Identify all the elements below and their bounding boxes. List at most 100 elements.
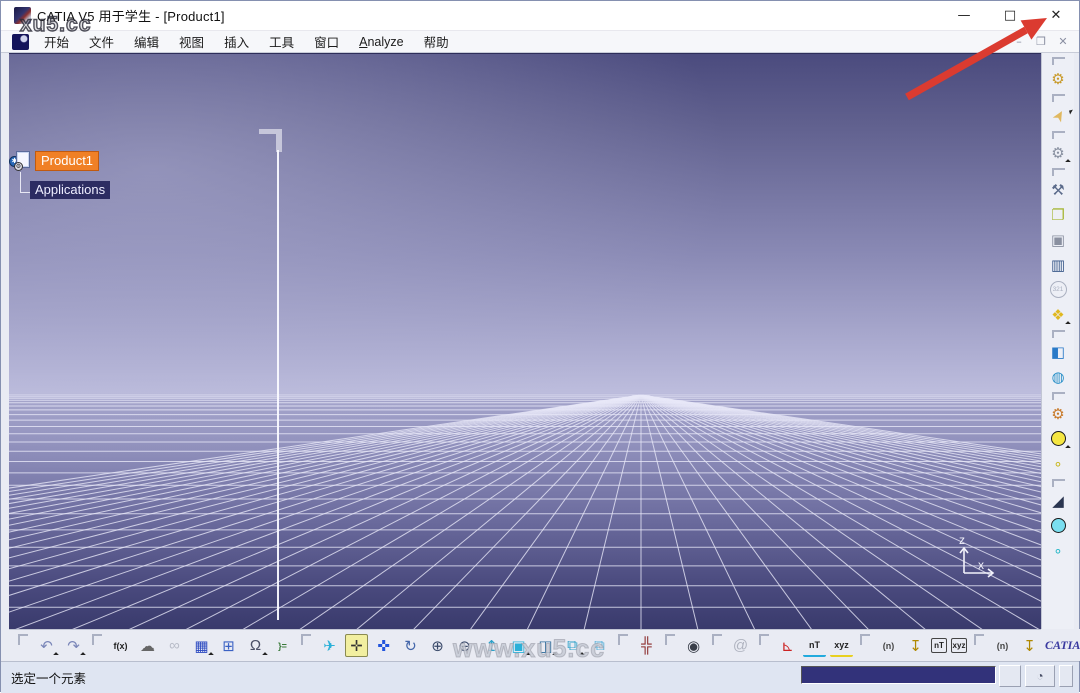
maximize-button[interactable]: □ [987,1,1033,30]
view-screen-2-icon[interactable]: ⧉ [588,634,611,657]
menu-insert[interactable]: 插入 [217,30,256,53]
open-folder-icon[interactable]: ❐ [1047,203,1070,226]
fit-all-icon[interactable]: ✛ [345,634,368,657]
camera-icon[interactable]: ◉ [682,634,705,657]
save-icon[interactable]: ▣ [1047,228,1070,251]
window-controls: —□✕ [941,1,1079,30]
toolbar-handle[interactable] [712,634,722,645]
nt-boxed-icon[interactable]: nT [931,638,947,653]
render-light-icon[interactable]: ❖ [1047,303,1070,326]
measure-n-2-icon[interactable]: (n) [991,634,1014,657]
rotate-icon[interactable]: ↻ [399,634,422,657]
app-icon [14,7,31,24]
toolbar-handle[interactable] [665,634,675,645]
selection-sets-gear-icon[interactable]: ⚙ [1047,141,1070,164]
structure-diagram-icon[interactable]: ⊞ [217,634,240,657]
mdi-close-button[interactable]: ✕ [1055,35,1071,48]
yellow-point-tool-icon[interactable]: ∘ [1047,452,1070,475]
toolbar-handle[interactable] [759,634,769,645]
start-menu-logo-icon[interactable] [12,34,29,50]
toolbar-handle[interactable] [301,634,311,645]
yellow-circle-tool-icon[interactable] [1047,427,1070,450]
spiral-disabled-icon[interactable]: @ [729,634,752,657]
undo-icon[interactable]: ↶ [35,634,58,657]
tree-zoom-axis-line [277,150,279,620]
right-toolbar: ⚙ ➤ ⚙ ⚒❐▣▥321❖ ◧◍ ⚙ ∘ ◢ ∘ [1041,53,1074,629]
fly-mode-icon[interactable]: ✈ [318,634,341,657]
menu-items: 开始文件编辑视图插入工具窗口 Analyze 帮助 [34,30,459,53]
menu-edit[interactable]: 编辑 [127,30,166,53]
tree-node-product-label[interactable]: Product1 [35,151,99,171]
pin-id-icon[interactable]: ↧ [904,634,927,657]
lock-icon[interactable]: Ω [244,634,267,657]
window-title: CATIA V5 用于学生 - [Product1] [37,6,225,25]
menu-view[interactable]: 视图 [172,30,211,53]
view-screen-icon[interactable]: ⧉ [561,634,584,657]
tree-node-product[interactable]: ✱ ⚙ Product1 [9,150,110,172]
measure-xyz-icon[interactable]: xyz [830,634,853,657]
iso-view-cube-icon[interactable]: ▣ [507,634,530,657]
redo-icon[interactable]: ↷ [62,634,85,657]
zoom-out-icon[interactable]: ⊖ [453,634,476,657]
toolbar-handle[interactable] [1052,330,1065,338]
status-blank-button-2[interactable] [1059,665,1073,687]
formula-fx-icon[interactable]: f(x) [109,634,132,657]
menu-tools[interactable]: 工具 [262,30,301,53]
minimize-button[interactable]: — [941,1,987,30]
sphere-view-icon[interactable]: ◍ [1047,365,1070,388]
tree-node-applications-label[interactable]: Applications [30,181,110,199]
toolbar-handle[interactable] [618,634,628,645]
power-input-field[interactable] [801,666,996,684]
menu-help[interactable]: 帮助 [417,30,456,53]
xyz-boxed-icon[interactable]: xyz [951,638,967,653]
toolbar-handle[interactable] [92,634,102,645]
mdi-window-controls: –❐ ✕ [1011,35,1071,48]
menu-start[interactable]: 开始 [37,30,76,53]
check-expression-icon[interactable]: }= [271,634,294,657]
normal-view-icon[interactable]: ↥ [480,634,503,657]
toolbar-handle[interactable] [974,634,984,645]
catalog-browser-icon[interactable]: ▥ [1047,253,1070,276]
knowledge-grid-icon[interactable]: ╬ [635,634,658,657]
design-table-icon[interactable]: ▦ [190,634,213,657]
bottom-toolbar: ↶↷f(x)☁∞▦⊞Ω}=✈✛✜↻⊕⊖↥▣◫⧉⧉╬◉@⊾nTxyz(n)↧nTx… [9,629,1041,661]
mdi-minimize-button[interactable]: – [1011,35,1027,48]
cyan-circle-tool-icon[interactable] [1047,514,1070,537]
menu-window[interactable]: 窗口 [307,30,346,53]
comment-bubble-icon[interactable]: ☁ [136,634,159,657]
status-blank-button[interactable] [999,665,1021,687]
product-icon: ✱ ⚙ [9,150,35,172]
menu-file[interactable]: 文件 [82,30,121,53]
titlebar: CATIA V5 用于学生 - [Product1] —□✕ [1,1,1079,31]
paint-pour-icon[interactable]: ◢ [1047,489,1070,512]
measure-n-icon[interactable]: (n) [877,634,900,657]
render-style-icon[interactable]: ◫ [534,634,557,657]
measure-icon[interactable]: ⊾ [776,634,799,657]
zoom-in-icon[interactable]: ⊕ [426,634,449,657]
status-clock-button[interactable]: ◔ [1025,665,1055,687]
menu-analyze[interactable]: Analyze [352,33,410,51]
sketch-plane-icon[interactable]: ◧ [1047,340,1070,363]
3d-viewport[interactable]: ✱ ⚙ Product1 Applications z x [9,53,1041,629]
workbench-assembly-icon[interactable]: ⚙ [1047,67,1070,90]
toolbar-handle[interactable] [1052,131,1065,139]
toolbar-handle[interactable] [1052,57,1065,65]
toolbar-handle[interactable] [860,634,870,645]
manipulator-robot-icon[interactable]: ⚙ [1047,402,1070,425]
toolbar-handle[interactable] [1052,392,1065,400]
cyan-point-tool-icon[interactable]: ∘ [1047,539,1070,562]
toolbar-handle[interactable] [1052,168,1065,176]
badge-321-icon[interactable]: 321 [1047,278,1070,301]
tools-icon[interactable]: ⚒ [1047,178,1070,201]
toolbar-handle[interactable] [1052,479,1065,487]
pan-icon[interactable]: ✜ [372,634,395,657]
toolbar-handle[interactable] [18,634,28,645]
mdi-restore-button[interactable]: ❐ [1033,35,1049,48]
select-arrow-icon[interactable]: ➤ [1042,100,1073,131]
tree-zoom-corner-marker [259,129,282,152]
measure-nt-icon[interactable]: nT [803,634,826,657]
close-button[interactable]: ✕ [1033,1,1079,30]
pin-id-2-icon[interactable]: ↧ [1018,634,1041,657]
catia-brand-logo: CATIA [1041,629,1080,661]
link-disabled-icon[interactable]: ∞ [163,634,186,657]
